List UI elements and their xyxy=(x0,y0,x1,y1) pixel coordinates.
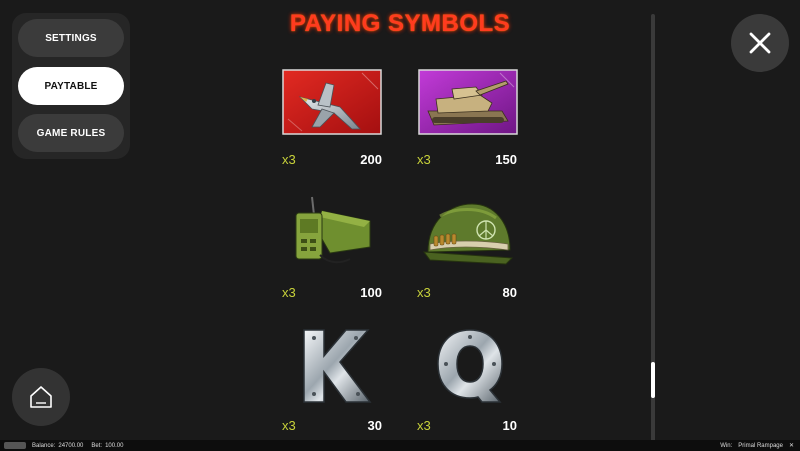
payout-value: 80 xyxy=(502,285,517,300)
multiplier-label: x3 xyxy=(417,418,431,433)
home-button[interactable] xyxy=(12,368,70,426)
symbol-q xyxy=(434,326,506,411)
home-icon xyxy=(30,386,52,408)
payout-value: 30 xyxy=(367,418,382,433)
settings-button[interactable]: SETTINGS xyxy=(18,19,124,57)
payout-value: 10 xyxy=(502,418,517,433)
symbol-k xyxy=(300,326,372,409)
balance-value: 24700.00 xyxy=(58,442,84,449)
multiplier-label: x3 xyxy=(282,418,296,433)
side-menu: SETTINGS PAYTABLE GAME RULES xyxy=(12,13,130,159)
letter-k-icon xyxy=(303,329,372,403)
minimize-icon[interactable]: ✕ xyxy=(789,442,794,449)
symbol-helmet xyxy=(420,200,514,273)
payout-value: 100 xyxy=(360,285,382,300)
helmet-icon xyxy=(422,203,514,265)
close-icon xyxy=(749,32,771,54)
game-name: Primal Rampage xyxy=(738,442,783,449)
multiplier-label: x3 xyxy=(282,152,296,167)
radio-icon xyxy=(295,196,371,264)
provider-logo xyxy=(4,442,26,449)
multiplier-label: x3 xyxy=(282,285,296,300)
letter-q-icon xyxy=(437,329,503,403)
win-label: Win: xyxy=(720,442,733,449)
bet-label: Bet: xyxy=(91,442,103,449)
paytable-button[interactable]: PAYTABLE xyxy=(18,67,124,105)
multiplier-label: x3 xyxy=(417,285,431,300)
multiplier-label: x3 xyxy=(417,152,431,167)
fighter-jet-icon xyxy=(282,69,382,135)
close-button[interactable] xyxy=(731,14,789,72)
payout-value: 150 xyxy=(495,152,517,167)
symbol-tank xyxy=(418,69,518,140)
status-bar: Balance: 24700.00 Bet: 100.00 Win: Prima… xyxy=(0,440,800,451)
tank-icon xyxy=(418,69,518,135)
bet-value: 100.00 xyxy=(105,442,124,449)
balance-label: Balance: xyxy=(32,442,56,449)
page-title: PAYING SYMBOLS xyxy=(289,10,511,37)
symbol-fighter-jet xyxy=(282,69,382,140)
payout-value: 200 xyxy=(360,152,382,167)
symbol-radio xyxy=(290,195,376,274)
game-rules-button[interactable]: GAME RULES xyxy=(18,114,124,152)
scrollbar-thumb[interactable] xyxy=(651,362,655,398)
